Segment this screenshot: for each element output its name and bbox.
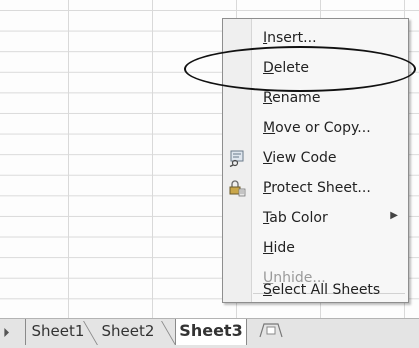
tab-divider: [161, 321, 176, 345]
menu-item-protect-sheet[interactable]: Protect Sheet...: [223, 173, 408, 203]
menu-item-hide[interactable]: Hide: [223, 233, 408, 263]
tab-sheet1[interactable]: Sheet1: [25, 319, 90, 345]
menu-item-label: Tab Color: [263, 210, 328, 226]
view-code-icon: [228, 149, 246, 168]
delete-highlight-ellipse: [184, 46, 416, 92]
menu-item-label: Protect Sheet...: [263, 180, 371, 196]
menu-item-label: Hide: [263, 240, 295, 256]
insert-sheet-icon[interactable]: [252, 321, 290, 343]
menu-item-move-or-copy[interactable]: Move or Copy...: [223, 113, 408, 143]
tab-sheet3[interactable]: Sheet3: [175, 319, 247, 345]
menu-item-label: View Code: [263, 150, 337, 166]
tab-label: Sheet2: [101, 322, 155, 340]
tab-sheet2[interactable]: Sheet2: [95, 319, 161, 345]
menu-item-view-code[interactable]: View Code: [223, 143, 408, 173]
protect-sheet-icon: [228, 179, 246, 197]
menu-item-select-all-sheets[interactable]: Select All Sheets: [223, 275, 408, 305]
tab-label: Sheet3: [179, 321, 243, 340]
menu-item-label: Insert...: [263, 30, 317, 46]
tab-scroll-last-icon[interactable]: ⏵: [3, 325, 17, 343]
sheet-tab-bar: ⏵ Sheet1 Sheet2 Sheet3: [0, 318, 419, 348]
submenu-arrow-icon: ▶: [390, 210, 398, 221]
menu-item-label: Move or Copy...: [263, 120, 371, 136]
menu-item-label: Select All Sheets: [263, 282, 381, 298]
menu-item-tab-color[interactable]: Tab Color ▶: [223, 203, 408, 233]
tab-label: Sheet1: [31, 322, 85, 340]
